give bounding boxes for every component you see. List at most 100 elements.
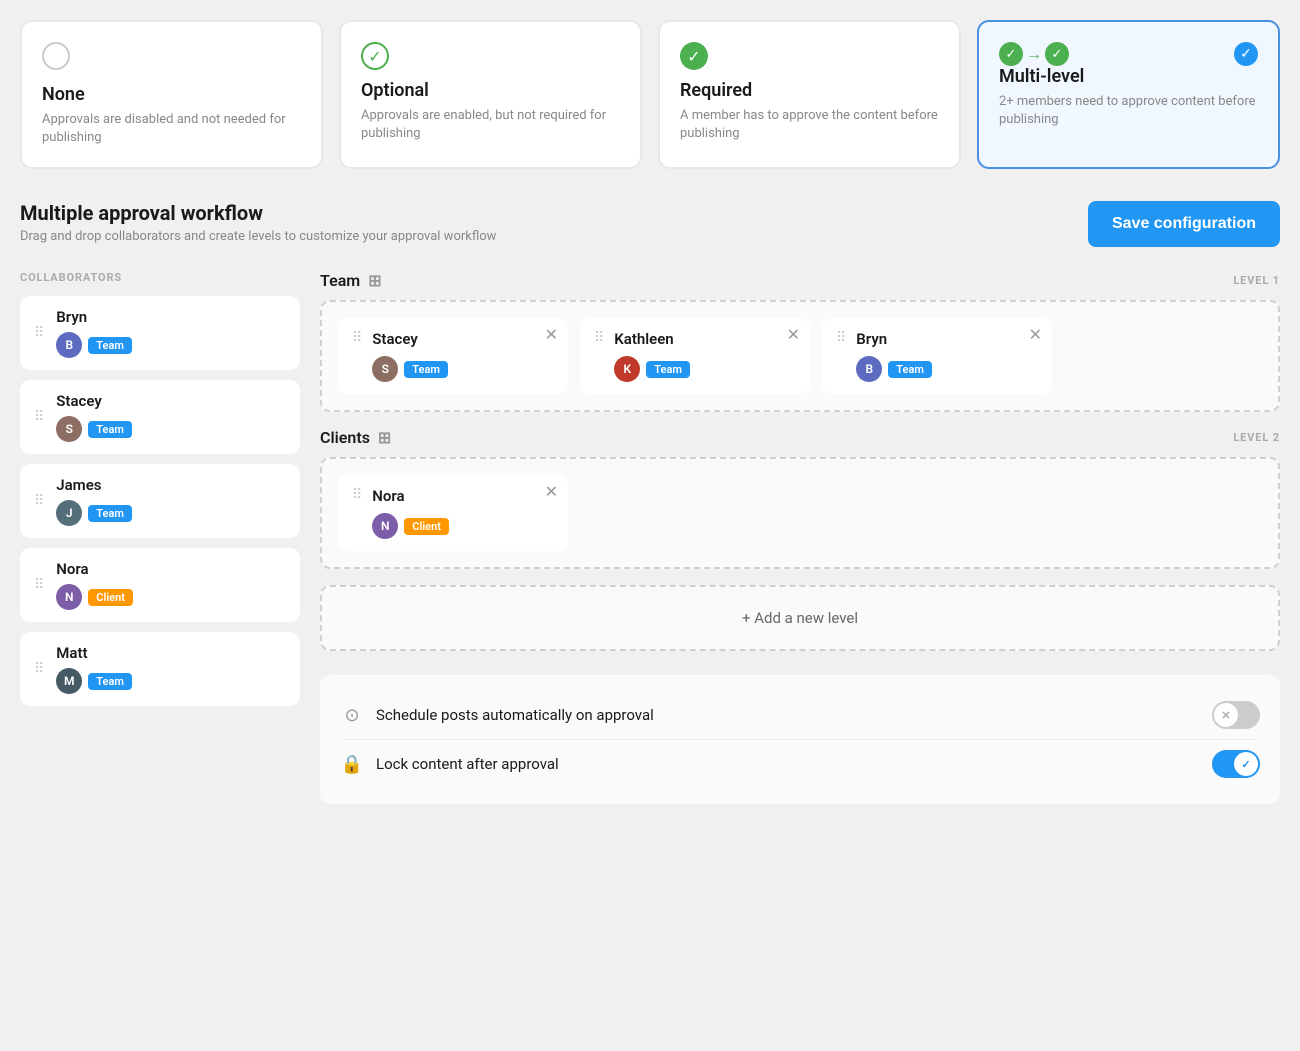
remove-person-button[interactable]: ✕: [545, 485, 558, 501]
collaborator-card[interactable]: ⠿ Matt M Team: [20, 632, 300, 706]
none-title: None: [42, 84, 301, 105]
person-info: Bryn B Team: [856, 330, 1038, 382]
approval-card-required[interactable]: ✓ Required A member has to approve the c…: [658, 20, 961, 169]
drag-handle[interactable]: ⠿: [34, 409, 44, 425]
required-desc: A member has to approve the content befo…: [680, 107, 939, 143]
collab-row: J Team: [56, 500, 286, 526]
selected-checkmark: ✓: [1234, 42, 1258, 66]
optional-desc: Approvals are enabled, but not required …: [361, 107, 620, 143]
collaborators-label: COLLABORATORS: [20, 271, 300, 284]
collaborators-list: ⠿ Bryn B Team ⠿ Stacey S Team ⠿ James: [20, 296, 300, 706]
collaborator-card[interactable]: ⠿ Nora N Client: [20, 548, 300, 622]
schedule-toggle-thumb: ✕: [1214, 703, 1238, 727]
remove-person-button[interactable]: ✕: [787, 328, 800, 344]
approval-card-none[interactable]: None Approvals are disabled and not need…: [20, 20, 323, 169]
collab-name: James: [56, 476, 286, 494]
schedule-toggle[interactable]: ✕: [1212, 701, 1260, 729]
person-card: ⠿ Bryn B Team ✕: [822, 318, 1052, 394]
drag-handle[interactable]: ⠿: [34, 577, 44, 593]
avatar: J: [56, 500, 82, 526]
level-header: Clients ⊞ LEVEL 2: [320, 428, 1280, 447]
drag-handle[interactable]: ⠿: [836, 330, 846, 346]
lock-toggle-thumb: ✓: [1234, 752, 1258, 776]
lock-label: Lock content after approval: [376, 755, 1200, 773]
collaborator-card[interactable]: ⠿ Stacey S Team: [20, 380, 300, 454]
multilevel-icon: ✓ → ✓: [999, 42, 1069, 66]
levels-container: Team ⊞ LEVEL 1 ⠿ Stacey S Team ✕: [320, 271, 1280, 569]
right-panel: Team ⊞ LEVEL 1 ⠿ Stacey S Team ✕: [320, 271, 1280, 804]
collaborators-sidebar: COLLABORATORS ⠿ Bryn B Team ⠿ Stacey S T…: [20, 271, 300, 804]
badge-team: Team: [88, 505, 132, 522]
badge-team: Team: [88, 337, 132, 354]
collab-info: Bryn B Team: [56, 308, 286, 358]
collaborator-card[interactable]: ⠿ James J Team: [20, 464, 300, 538]
person-row: K Team: [614, 356, 796, 382]
workflow-title: Multiple approval workflow: [20, 201, 496, 225]
person-info: Nora N Client: [372, 487, 554, 539]
workflow-header: Multiple approval workflow Drag and drop…: [20, 201, 1280, 247]
optional-title: Optional: [361, 80, 620, 101]
level-name-text: Clients: [320, 428, 370, 447]
approval-card-multilevel[interactable]: ✓ → ✓ ✓ Multi-level 2+ members need to a…: [977, 20, 1280, 169]
none-icon: [42, 42, 301, 74]
level-label: LEVEL 2: [1233, 431, 1280, 444]
level-label: LEVEL 1: [1233, 274, 1280, 287]
badge-client: Client: [404, 518, 449, 535]
avatar: B: [856, 356, 882, 382]
avatar: N: [372, 513, 398, 539]
collab-info: Nora N Client: [56, 560, 286, 610]
person-name: Kathleen: [614, 330, 796, 348]
person-info: Kathleen K Team: [614, 330, 796, 382]
drag-handle[interactable]: ⠿: [34, 325, 44, 341]
badge-team: Team: [646, 361, 690, 378]
level-dropzone[interactable]: ⠿ Nora N Client ✕: [320, 457, 1280, 569]
level-dropzone[interactable]: ⠿ Stacey S Team ✕ ⠿ Kathleen K Team: [320, 300, 1280, 412]
collab-row: S Team: [56, 416, 286, 442]
person-name: Bryn: [856, 330, 1038, 348]
level-section: Team ⊞ LEVEL 1 ⠿ Stacey S Team ✕: [320, 271, 1280, 412]
person-name: Stacey: [372, 330, 554, 348]
workflow-subtitle: Drag and drop collaborators and create l…: [20, 229, 496, 244]
multilevel-title: Multi-level: [999, 66, 1258, 87]
collab-name: Matt: [56, 644, 286, 662]
collaborator-card[interactable]: ⠿ Bryn B Team: [20, 296, 300, 370]
approval-card-optional[interactable]: ✓ Optional Approvals are enabled, but no…: [339, 20, 642, 169]
workflow-info: Multiple approval workflow Drag and drop…: [20, 201, 496, 244]
drag-handle[interactable]: ⠿: [34, 493, 44, 509]
level-edit-icon[interactable]: ⊞: [378, 428, 391, 447]
avatar: S: [56, 416, 82, 442]
lock-toggle[interactable]: ✓: [1212, 750, 1260, 778]
drag-handle[interactable]: ⠿: [34, 661, 44, 677]
drag-handle[interactable]: ⠿: [352, 487, 362, 503]
person-row: S Team: [372, 356, 554, 382]
none-desc: Approvals are disabled and not needed fo…: [42, 111, 301, 147]
lock-toggle-row: 🔒 Lock content after approval ✓: [340, 739, 1260, 788]
drag-handle[interactable]: ⠿: [594, 330, 604, 346]
person-row: N Client: [372, 513, 554, 539]
drag-handle[interactable]: ⠿: [352, 330, 362, 346]
multilevel-desc: 2+ members need to approve content befor…: [999, 93, 1258, 129]
toggle-section: ⊙ Schedule posts automatically on approv…: [320, 675, 1280, 804]
level-name: Team ⊞: [320, 271, 382, 290]
collab-name: Stacey: [56, 392, 286, 410]
collab-name: Bryn: [56, 308, 286, 326]
remove-person-button[interactable]: ✕: [1029, 328, 1042, 344]
avatar: M: [56, 668, 82, 694]
badge-team: Team: [88, 421, 132, 438]
person-card: ⠿ Kathleen K Team ✕: [580, 318, 810, 394]
level-header: Team ⊞ LEVEL 1: [320, 271, 1280, 290]
required-icon: ✓: [680, 42, 939, 70]
add-new-level-button[interactable]: + Add a new level: [320, 585, 1280, 651]
collab-row: B Team: [56, 332, 286, 358]
level-edit-icon[interactable]: ⊞: [368, 271, 381, 290]
badge-team: Team: [404, 361, 448, 378]
person-card: ⠿ Stacey S Team ✕: [338, 318, 568, 394]
person-info: Stacey S Team: [372, 330, 554, 382]
remove-person-button[interactable]: ✕: [545, 328, 558, 344]
schedule-label: Schedule posts automatically on approval: [376, 706, 1200, 724]
save-configuration-button[interactable]: Save configuration: [1088, 201, 1280, 247]
required-title: Required: [680, 80, 939, 101]
clock-icon: ⊙: [340, 705, 364, 726]
collab-info: Matt M Team: [56, 644, 286, 694]
collab-row: M Team: [56, 668, 286, 694]
